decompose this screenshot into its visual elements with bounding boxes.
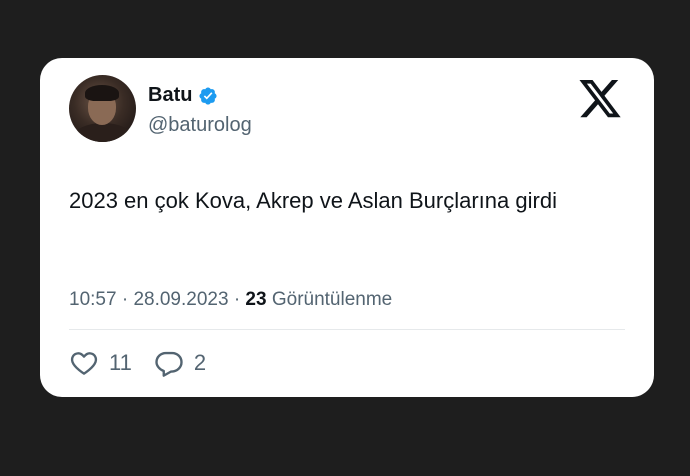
meta-separator: · <box>233 289 241 310</box>
reply-count: 2 <box>193 350 207 375</box>
avatar[interactable] <box>69 75 136 142</box>
author-name-row[interactable]: Batu <box>148 84 218 107</box>
avatar-shoulders <box>73 123 133 142</box>
divider <box>69 329 625 330</box>
heart-icon <box>70 352 98 375</box>
tweet-time[interactable]: 10:57 <box>69 289 117 310</box>
meta-separator: · <box>121 289 129 310</box>
verified-badge-icon <box>199 86 217 105</box>
tweet-date[interactable]: 28.09.2023 <box>133 289 228 310</box>
author-display-name[interactable]: Batu <box>148 84 192 107</box>
like-count: 11 <box>109 350 132 375</box>
action-bar: 11 2 <box>69 348 228 378</box>
views-count: 23 <box>245 289 267 310</box>
author-handle[interactable]: @baturolog <box>148 114 252 137</box>
reply-button[interactable]: 2 <box>154 348 206 378</box>
avatar-hair <box>85 85 119 101</box>
tweet-card: Batu @baturolog 2023 en çok Kova, Akrep … <box>40 58 654 397</box>
tweet-meta: 10:57 · 28.09.2023 · 23 Görüntülenme <box>69 289 392 311</box>
x-logo-icon <box>579 80 621 118</box>
like-button[interactable]: 11 <box>69 348 132 378</box>
tweet-text: 2023 en çok Kova, Akrep ve Aslan Burçlar… <box>69 188 557 213</box>
reply-bubble-icon <box>155 351 183 377</box>
views-label: Görüntülenme <box>271 289 393 310</box>
